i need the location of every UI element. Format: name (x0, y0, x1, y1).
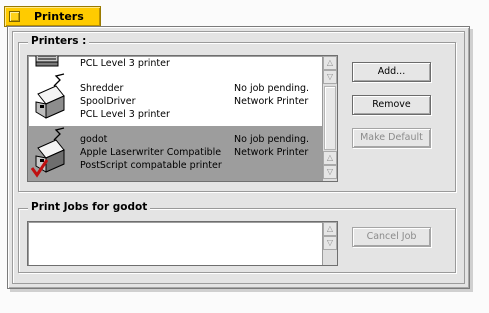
printer-description: PostScript compatable printer (80, 160, 222, 171)
printer-row[interactable]: PCL Level 3 printer (28, 56, 322, 72)
printer-name: godot (80, 134, 108, 145)
print-jobs-group: Print Jobs for godot △ ▽ Cancel Job (18, 201, 456, 273)
printers-group: Printers : PCL Level 3 printer Shredder … (18, 35, 456, 192)
printer-row-selected[interactable]: godot Apple Laserwriter Compatible PostS… (28, 126, 322, 181)
print-jobs-list[interactable]: △ ▽ (27, 221, 338, 266)
window-tab[interactable]: Printers (4, 6, 101, 27)
checkmark-icon (30, 159, 49, 178)
make-default-button[interactable]: Make Default (352, 128, 431, 148)
window-frame: Printers : PCL Level 3 printer Shredder … (12, 31, 465, 284)
window-title: Printers (34, 10, 84, 23)
arrow-down-icon[interactable]: ▽ (323, 70, 337, 84)
printer-list-scrollbar[interactable]: △ ▽ △ ▽ (322, 56, 337, 181)
scroll-thumb[interactable] (324, 86, 336, 150)
printer-icon (35, 73, 65, 119)
printer-name: Shredder (80, 83, 124, 94)
printer-list[interactable]: PCL Level 3 printer Shredder SpoolDriver… (27, 55, 338, 182)
printer-description: PCL Level 3 printer (80, 58, 170, 69)
print-jobs-scrollbar[interactable]: △ ▽ (322, 222, 337, 265)
printer-driver: Apple Laserwriter Compatible (80, 147, 222, 158)
printer-type: Network Printer (234, 147, 309, 158)
cancel-job-button[interactable]: Cancel Job (352, 227, 431, 247)
printer-status: No job pending. (234, 134, 310, 145)
add-button[interactable]: Add... (352, 62, 431, 82)
printer-icon (35, 56, 59, 67)
printer-status: No job pending. (234, 83, 310, 94)
arrow-down-icon[interactable]: ▽ (323, 236, 337, 250)
print-jobs-group-label: Print Jobs for godot (28, 201, 151, 213)
window-close-box[interactable] (9, 11, 20, 22)
printers-window: Printers : PCL Level 3 printer Shredder … (7, 26, 470, 289)
printer-driver: SpoolDriver (80, 96, 136, 107)
printer-row[interactable]: Shredder SpoolDriver PCL Level 3 printer… (28, 72, 322, 126)
arrow-down-icon[interactable]: ▽ (323, 165, 337, 179)
printers-group-label: Printers : (28, 35, 90, 47)
arrow-up-icon[interactable]: △ (323, 151, 337, 165)
remove-button[interactable]: Remove (352, 95, 431, 115)
printer-type: Network Printer (234, 96, 309, 107)
printer-description: PCL Level 3 printer (80, 109, 170, 120)
arrow-up-icon[interactable]: △ (323, 222, 337, 236)
arrow-up-icon[interactable]: △ (323, 56, 337, 70)
